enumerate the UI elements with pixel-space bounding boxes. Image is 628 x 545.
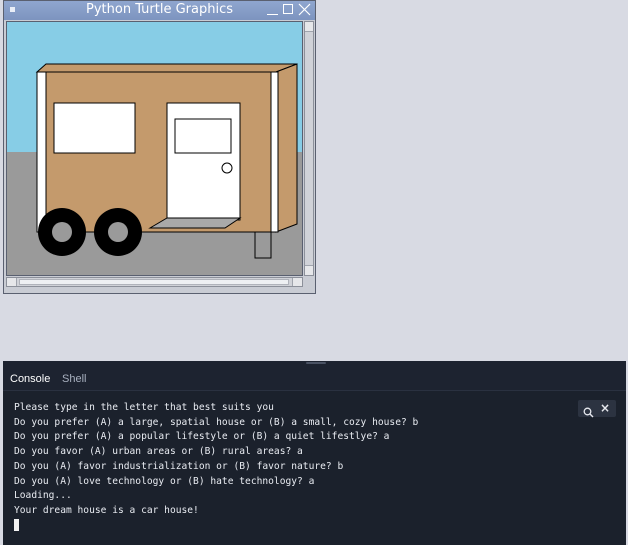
front-wheel-hub: [52, 222, 72, 242]
scroll-right-arrow-icon[interactable]: [292, 278, 302, 286]
door-step: [148, 217, 242, 229]
horizontal-scroll-thumb[interactable]: [19, 279, 289, 285]
tab-shell[interactable]: Shell: [62, 373, 86, 385]
rear-wheel-hub: [108, 222, 128, 242]
scroll-left-arrow-icon[interactable]: [7, 278, 17, 286]
house-support-leg: [254, 231, 272, 259]
scroll-up-arrow-icon[interactable]: [305, 22, 313, 32]
scroll-down-arrow-icon[interactable]: [305, 265, 313, 275]
minimize-icon[interactable]: [266, 3, 279, 16]
console-output: Please type in the letter that best suit…: [14, 401, 418, 519]
door-knob: [221, 162, 233, 174]
console-line: Loading...: [14, 490, 72, 502]
right-post: [270, 71, 279, 233]
console-line: Do you (A) love technology or (B) hate t…: [14, 475, 315, 487]
horizontal-scrollbar[interactable]: [6, 277, 303, 287]
clear-icon[interactable]: ×: [600, 401, 610, 415]
turtle-graphics-window: Python Turtle Graphics: [3, 0, 316, 294]
vertical-scrollbar[interactable]: [304, 21, 314, 276]
console-line: Please type in the letter that best suit…: [14, 402, 274, 413]
console-output-area[interactable]: Please type in the letter that best suit…: [3, 390, 626, 545]
left-post: [36, 71, 47, 233]
maximize-icon[interactable]: [282, 3, 295, 16]
console-line: Do you favor (A) urban areas or (B) rura…: [14, 446, 303, 458]
turtle-canvas[interactable]: [6, 21, 303, 276]
panel-resize-handle[interactable]: [306, 362, 326, 364]
console-line: Your dream house is a car house!: [14, 504, 199, 516]
console-line: Do you prefer (A) a large, spatial house…: [14, 416, 419, 428]
door-window: [174, 118, 232, 154]
house-side: [275, 63, 298, 233]
search-icon[interactable]: [583, 403, 594, 422]
close-icon[interactable]: [298, 3, 311, 16]
console-panel: Console Shell Please type in the letter …: [3, 361, 626, 545]
console-toolbar: ×: [578, 400, 616, 418]
console-line: Do you prefer (A) a popular lifestyle or…: [14, 431, 390, 443]
house-roof: [35, 63, 298, 73]
house-window: [53, 102, 136, 154]
window-titlebar[interactable]: Python Turtle Graphics: [4, 1, 315, 20]
console-input-cursor[interactable]: [14, 519, 19, 531]
tab-console[interactable]: Console: [10, 373, 50, 385]
console-tab-bar: Console Shell: [3, 367, 626, 389]
console-line: Do you (A) favor industrialization or (B…: [14, 460, 344, 472]
car-house-drawing: [7, 22, 302, 275]
